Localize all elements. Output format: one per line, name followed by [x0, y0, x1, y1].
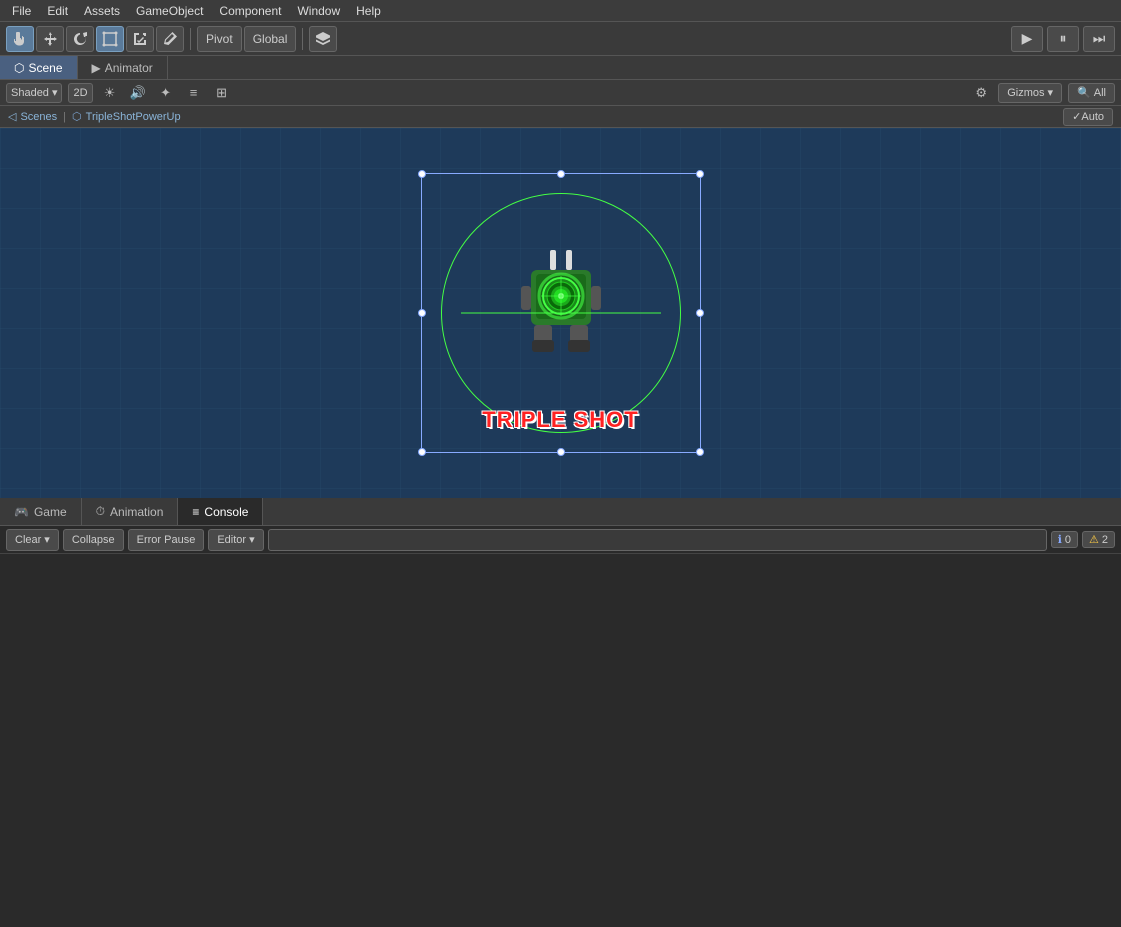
- console-count-area: ℹ 0 ⚠ 2: [1051, 531, 1115, 548]
- menu-edit[interactable]: Edit: [39, 2, 76, 20]
- rect-transform-button[interactable]: [96, 26, 124, 52]
- tab-game[interactable]: 🎮 Game: [0, 498, 82, 525]
- handle-top-middle[interactable]: [557, 170, 565, 178]
- clear-button[interactable]: Clear ▾: [6, 529, 59, 551]
- gizmos-area: ⚙ Gizmos ▾ 🔍 All: [970, 83, 1115, 103]
- console-search-input[interactable]: [268, 529, 1047, 551]
- breadcrumb-scenes[interactable]: ◁ Scenes: [8, 110, 57, 123]
- gizmos-button[interactable]: Gizmos ▾: [998, 83, 1062, 103]
- scene-object[interactable]: TRIPLE SHOT: [421, 173, 701, 453]
- info-count-badge[interactable]: ℹ 0: [1051, 531, 1078, 548]
- menu-gameobject[interactable]: GameObject: [128, 2, 211, 20]
- grid-icon[interactable]: ⊞: [211, 83, 233, 103]
- tab-console[interactable]: ≡ Console: [178, 498, 263, 525]
- shaded-select[interactable]: Shaded ▾: [6, 83, 62, 103]
- handle-bottom-left[interactable]: [418, 448, 426, 456]
- menu-help[interactable]: Help: [348, 2, 389, 20]
- breadcrumb-bar: ◁ Scenes | ⬡ TripleShotPowerUp ✓ Auto: [0, 106, 1121, 128]
- console-content: [0, 554, 1121, 927]
- 2d-button[interactable]: 2D: [68, 83, 92, 103]
- rotate-tool-button[interactable]: [66, 26, 94, 52]
- crosshair-horizontal: [461, 313, 661, 314]
- scene-tab-row: ⬡ Scene ▶ Animator: [0, 56, 1121, 80]
- step-button[interactable]: ⏭: [1083, 26, 1115, 52]
- handle-bottom-middle[interactable]: [557, 448, 565, 456]
- settings-icon[interactable]: ⚙: [970, 83, 992, 103]
- warning-count-badge[interactable]: ⚠ 2: [1082, 531, 1115, 548]
- handle-top-left[interactable]: [418, 170, 426, 178]
- collapse-button[interactable]: Collapse: [63, 529, 124, 551]
- menu-window[interactable]: Window: [289, 2, 348, 20]
- toolbar-separator-1: [190, 28, 191, 50]
- hand-tool-button[interactable]: [6, 26, 34, 52]
- menu-bar: File Edit Assets GameObject Component Wi…: [0, 0, 1121, 22]
- lighting-icon[interactable]: ☀: [99, 83, 121, 103]
- tab-animator[interactable]: ▶ Animator: [78, 56, 168, 79]
- tab-animation[interactable]: ⏱ Animation: [82, 498, 179, 525]
- custom-tool-button[interactable]: [156, 26, 184, 52]
- warning-icon: ⚠: [1089, 533, 1099, 546]
- toolbar: Pivot Global ▶ ⏸ ⏭: [0, 22, 1121, 56]
- triple-shot-text: TRIPLE SHOT: [482, 407, 638, 433]
- info-icon: ℹ: [1058, 533, 1062, 546]
- hidden-layers-icon[interactable]: ≡: [183, 83, 205, 103]
- error-pause-button[interactable]: Error Pause: [128, 529, 205, 551]
- toolbar-separator-2: [302, 28, 303, 50]
- menu-component[interactable]: Component: [211, 2, 289, 20]
- audio-icon[interactable]: 🔊: [127, 83, 149, 103]
- menu-assets[interactable]: Assets: [76, 2, 128, 20]
- pause-button[interactable]: ⏸: [1047, 26, 1079, 52]
- handle-middle-right[interactable]: [696, 309, 704, 317]
- bottom-panel-tabs: 🎮 Game ⏱ Animation ≡ Console: [0, 498, 1121, 526]
- scene-viewport[interactable]: TRIPLE SHOT: [0, 128, 1121, 498]
- layers-button[interactable]: [309, 26, 337, 52]
- breadcrumb-object[interactable]: ⬡ TripleShotPowerUp: [72, 110, 181, 123]
- fx-icon[interactable]: ✦: [155, 83, 177, 103]
- breadcrumb-sep: |: [63, 111, 66, 123]
- console-toolbar: Clear ▾ Collapse Error Pause Editor ▾ ℹ …: [0, 526, 1121, 554]
- global-button[interactable]: Global: [244, 26, 297, 52]
- play-controls: ▶ ⏸ ⏭: [1011, 26, 1115, 52]
- transform-button[interactable]: [126, 26, 154, 52]
- handle-top-right[interactable]: [696, 170, 704, 178]
- play-button[interactable]: ▶: [1011, 26, 1043, 52]
- all-button[interactable]: 🔍 All: [1068, 83, 1115, 103]
- menu-file[interactable]: File: [4, 2, 39, 20]
- shaded-bar: Shaded ▾ 2D ☀ 🔊 ✦ ≡ ⊞ ⚙ Gizmos ▾ 🔍 All: [0, 80, 1121, 106]
- auto-button[interactable]: ✓ Auto: [1063, 108, 1113, 126]
- handle-bottom-right[interactable]: [696, 448, 704, 456]
- handle-middle-left[interactable]: [418, 309, 426, 317]
- move-tool-button[interactable]: [36, 26, 64, 52]
- tab-scene[interactable]: ⬡ Scene: [0, 56, 78, 79]
- pivot-button[interactable]: Pivot: [197, 26, 242, 52]
- editor-button[interactable]: Editor ▾: [208, 529, 263, 551]
